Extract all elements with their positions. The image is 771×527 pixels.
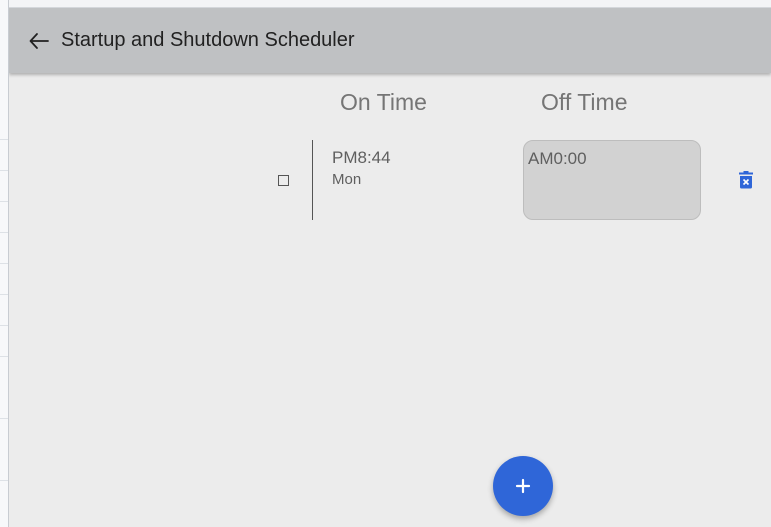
off-time-entry[interactable]: AM0:00 <box>523 140 701 220</box>
page-title: Startup and Shutdown Scheduler <box>61 29 355 51</box>
row-divider <box>312 140 313 220</box>
on-time-value: PM8:44 <box>332 148 391 167</box>
off-time-column-header: Off Time <box>541 89 628 115</box>
delete-forever-icon <box>739 171 753 189</box>
schedule-enable-checkbox[interactable] <box>278 175 289 186</box>
scheduler-screen: Startup and Shutdown Scheduler On Time O… <box>9 8 771 527</box>
left-window-edge <box>0 0 9 527</box>
add-schedule-button[interactable] <box>493 456 553 516</box>
on-time-day: Mon <box>332 171 362 188</box>
plus-icon <box>515 478 531 494</box>
arrow-left-icon <box>29 32 49 49</box>
schedule-row: PM8:44 Mon AM0:00 <box>9 138 771 228</box>
delete-schedule-button[interactable] <box>736 170 756 190</box>
app-bar: Startup and Shutdown Scheduler <box>9 8 771 73</box>
on-time-entry[interactable]: PM8:44 Mon <box>332 148 391 191</box>
top-window-edge <box>9 0 771 8</box>
back-button[interactable] <box>17 19 61 63</box>
off-time-value: AM0:00 <box>528 149 587 168</box>
on-time-column-header: On Time <box>340 89 427 115</box>
